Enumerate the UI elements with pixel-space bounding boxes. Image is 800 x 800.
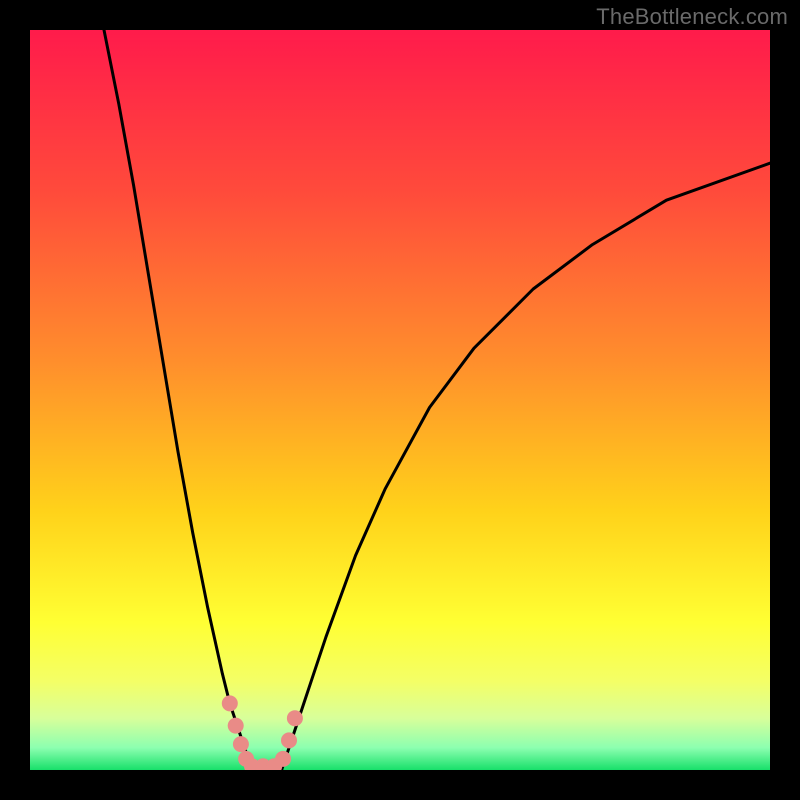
series-right-curve bbox=[282, 163, 770, 770]
marker-dot bbox=[233, 736, 249, 752]
watermark-text: TheBottleneck.com bbox=[596, 4, 788, 30]
plot-area bbox=[30, 30, 770, 770]
marker-dot bbox=[287, 710, 303, 726]
curves-layer bbox=[30, 30, 770, 770]
marker-dot bbox=[275, 751, 291, 767]
marker-dot bbox=[281, 732, 297, 748]
marker-dot bbox=[228, 718, 244, 734]
series-left-curve bbox=[104, 30, 252, 770]
chart-frame: TheBottleneck.com bbox=[0, 0, 800, 800]
marker-dot bbox=[222, 695, 238, 711]
